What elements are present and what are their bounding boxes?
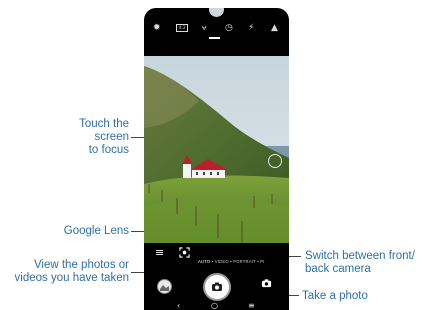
back-icon[interactable]: ‹ (177, 302, 180, 310)
menu-icon[interactable]: ≡ (155, 247, 164, 259)
mode-selector: AUTO • VIDEO • PORTRAIT • PI (198, 259, 265, 264)
switch-camera-label: Switch between front/ back camera (305, 250, 415, 275)
gallery-thumbnail[interactable] (157, 279, 172, 294)
view-photos-label: View the photos or videos you have taken (14, 259, 129, 284)
camera-top-bar: ✹ 4:3 ⩝ ◷ ⚡︎ ▲ (144, 17, 289, 47)
flash-off-icon[interactable]: ⚡︎ (248, 23, 254, 33)
phone-screen: ✹ 4:3 ⩝ ◷ ⚡︎ ▲ ≡ AUTO • VIDEO • PORTRAIT… (144, 8, 289, 310)
google-lens-icon[interactable] (179, 247, 190, 258)
google-lens-label: Google Lens (63, 225, 129, 237)
take-photo-label: Take a photo (302, 290, 368, 302)
shutter-button[interactable] (203, 273, 231, 301)
camera-icon (212, 282, 222, 291)
active-indicator (209, 37, 220, 39)
timer-icon[interactable]: ◷ (225, 23, 233, 33)
camera-controls: ≡ AUTO • VIDEO • PORTRAIT • PI ‹ ○ ≡ (144, 243, 289, 310)
touch-focus-label: Touch the screen to focus (79, 118, 129, 156)
camera-viewfinder[interactable] (144, 56, 289, 243)
mode-more[interactable]: PI (260, 259, 264, 264)
system-nav-bar: ‹ ○ ≡ (144, 302, 289, 310)
portrait-icon[interactable]: ⩝ (202, 23, 207, 33)
filter-icon[interactable]: ▲ (271, 23, 278, 33)
switch-camera-icon[interactable] (261, 278, 272, 289)
gallery-preview-icon (160, 285, 169, 291)
mode-portrait[interactable]: PORTRAIT (233, 259, 256, 264)
aspect-ratio-icon[interactable]: 4:3 (176, 24, 188, 32)
focus-indicator (268, 154, 282, 168)
settings-icon[interactable]: ✹ (153, 23, 161, 33)
home-icon[interactable]: ○ (211, 302, 218, 310)
mode-auto[interactable]: AUTO (198, 259, 210, 264)
recents-icon[interactable]: ≡ (248, 302, 255, 310)
viewfinder-scene (144, 56, 289, 243)
mode-video[interactable]: VIDEO (215, 259, 229, 264)
front-camera-notch (209, 8, 224, 17)
